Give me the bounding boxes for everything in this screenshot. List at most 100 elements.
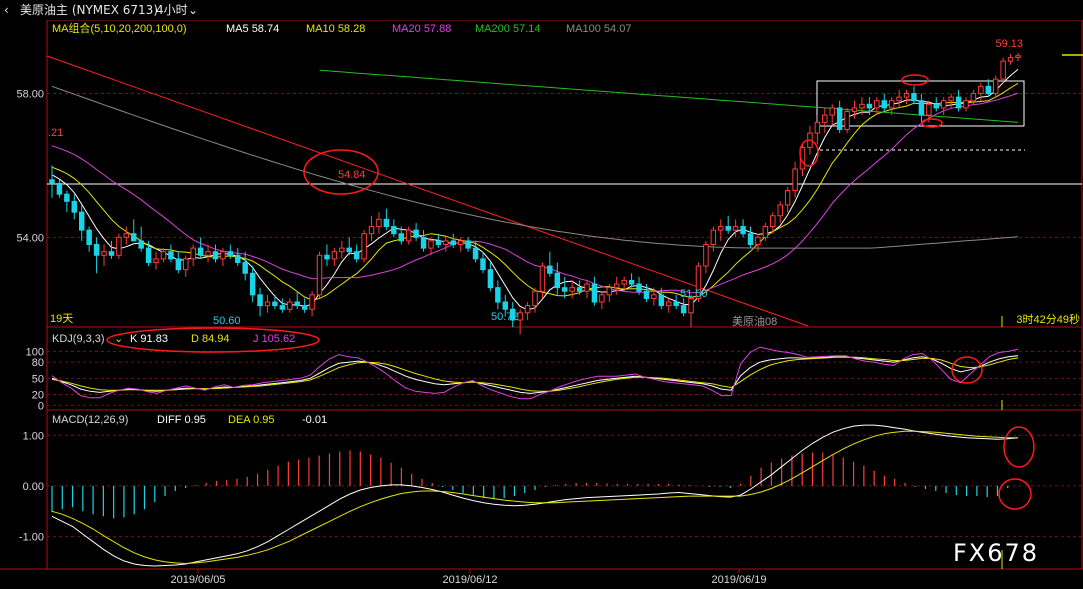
candle bbox=[911, 86, 917, 105]
candle-body-up bbox=[331, 251, 338, 260]
countdown-label: 3时42分49秒 bbox=[1016, 312, 1080, 326]
candle bbox=[703, 240, 709, 274]
candle-body-up bbox=[190, 247, 196, 260]
candle bbox=[940, 97, 947, 116]
candle-body-down bbox=[911, 93, 917, 102]
candle bbox=[732, 219, 739, 238]
candle bbox=[547, 251, 553, 277]
candle-body-down bbox=[881, 100, 887, 109]
kdj-tick-label: 80 bbox=[32, 357, 44, 369]
candle bbox=[160, 248, 167, 263]
candle-body-down bbox=[227, 251, 234, 256]
candle-body-down bbox=[235, 254, 241, 263]
candle bbox=[279, 298, 286, 313]
ma-header: MA组合(5,10,20,200,100,0) MA5 58.74 MA10 5… bbox=[52, 21, 631, 35]
candle bbox=[814, 115, 821, 144]
candle-body-down bbox=[576, 287, 583, 292]
ma20-label: MA20 57.88 bbox=[392, 23, 451, 35]
candle bbox=[450, 233, 456, 249]
candle bbox=[420, 230, 427, 252]
chevron-down-icon[interactable]: ⌄ bbox=[188, 0, 198, 20]
annotation-high-5484: 54.84 bbox=[338, 169, 366, 181]
candle-body-down bbox=[212, 251, 219, 260]
candle-body-down bbox=[747, 233, 754, 246]
price-panel: 58.00 54.00 .21 54.84 59.13 50.60 50.72 5… bbox=[16, 21, 1083, 335]
candle-body-down bbox=[324, 254, 330, 260]
candle-body-up bbox=[896, 96, 902, 102]
period-selector[interactable]: 4小时 bbox=[156, 0, 188, 20]
kdj-k-line bbox=[51, 355, 1019, 394]
candle bbox=[524, 302, 531, 320]
kdj-j-label: J 105.62 bbox=[253, 333, 295, 345]
candle-body-up bbox=[443, 240, 449, 246]
chart-area[interactable]: 58.00 54.00 .21 54.84 59.13 50.60 50.72 5… bbox=[0, 20, 1083, 589]
candle-body-down bbox=[495, 287, 501, 303]
candle-body-down bbox=[561, 287, 568, 292]
kdj-tick-label: 0 bbox=[38, 400, 44, 412]
grid-lines bbox=[47, 93, 1082, 538]
candle bbox=[249, 266, 256, 303]
candle-body-up bbox=[309, 294, 315, 310]
candle-body-up bbox=[1007, 57, 1014, 62]
macd-histogram bbox=[51, 450, 1009, 519]
ma-combo-name: MA组合(5,10,20,200,100,0) bbox=[52, 21, 187, 35]
annotation-high-5913: 59.13 bbox=[995, 38, 1023, 50]
kdj-y-axis: 1008050200 bbox=[26, 346, 44, 412]
candle-body-up bbox=[859, 103, 865, 109]
candle bbox=[435, 233, 442, 249]
candle-body-up bbox=[287, 301, 293, 310]
candle-body-up bbox=[851, 107, 858, 112]
candle-body-up bbox=[524, 305, 531, 314]
candle-body-up bbox=[651, 294, 657, 299]
candle bbox=[190, 244, 196, 267]
candle-body-down bbox=[465, 240, 471, 249]
candle bbox=[108, 240, 115, 259]
candle-body-down bbox=[175, 258, 182, 271]
candle bbox=[747, 226, 754, 249]
candle bbox=[822, 107, 828, 134]
candle bbox=[985, 79, 992, 98]
candle-body-down bbox=[673, 301, 679, 307]
instrument-title[interactable]: 美原油主 (NYMEX 6713) bbox=[20, 0, 158, 20]
candle-body-up bbox=[814, 121, 821, 134]
candle-body-down bbox=[725, 226, 731, 231]
candle-body-up bbox=[755, 236, 761, 246]
candle-body-down bbox=[918, 100, 925, 116]
back-arrow-icon[interactable]: ‹ bbox=[4, 0, 9, 20]
candle bbox=[1000, 57, 1006, 83]
kdj-d-label: D 84.94 bbox=[191, 333, 230, 345]
candle-body-up bbox=[888, 100, 895, 109]
candle-body-up bbox=[792, 168, 798, 192]
candle bbox=[680, 298, 687, 317]
ma5-label: MA5 58.74 bbox=[226, 23, 279, 35]
candle-body-up bbox=[116, 236, 122, 256]
candle bbox=[123, 226, 130, 245]
candle bbox=[487, 262, 494, 292]
candle bbox=[116, 233, 122, 259]
candle bbox=[666, 298, 672, 313]
candle-body-down bbox=[502, 301, 509, 310]
candle-body-down bbox=[658, 294, 665, 307]
candle bbox=[175, 251, 182, 274]
candle-body-down bbox=[131, 233, 137, 242]
candle-body-up bbox=[822, 114, 828, 123]
kdj-tick-label: 50 bbox=[32, 373, 44, 385]
candle-body-down bbox=[64, 193, 70, 202]
candle bbox=[257, 287, 263, 317]
candle-body-up bbox=[457, 240, 464, 246]
candle-body-down bbox=[636, 283, 642, 292]
macd-diff-label: DIFF 0.95 bbox=[157, 414, 206, 426]
candle-body-up bbox=[339, 247, 345, 253]
kdj-name: KDJ(9,3,3) bbox=[52, 333, 105, 345]
candle-body-up bbox=[1000, 60, 1006, 80]
candle-body-down bbox=[78, 211, 85, 231]
candle-body-down bbox=[391, 226, 397, 235]
candle-body-down bbox=[547, 265, 553, 274]
candle bbox=[376, 212, 382, 234]
candle-body-up bbox=[874, 100, 880, 109]
candle-body-down bbox=[398, 233, 404, 242]
descending-trendline bbox=[46, 55, 809, 327]
candle bbox=[353, 244, 360, 263]
candle bbox=[324, 244, 330, 267]
x-tick-label: 2019/06/12 bbox=[442, 574, 497, 586]
